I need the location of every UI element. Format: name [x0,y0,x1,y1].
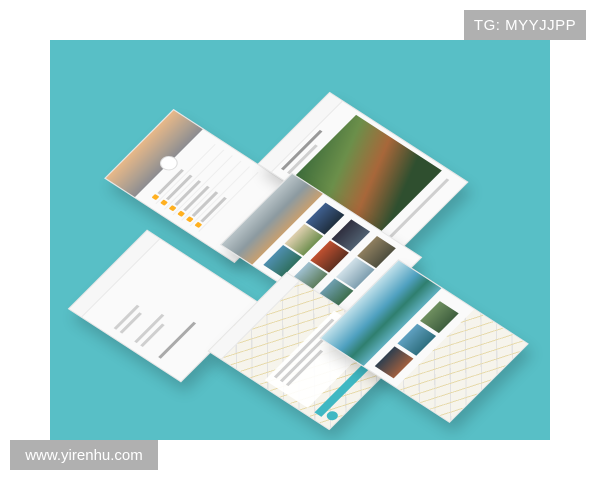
mockup-board [50,40,550,440]
scenic-thumbnail [374,346,414,379]
form-line [158,322,196,359]
watermark-telegram: TG: MYYJJPP [464,10,586,40]
watermark-website: www.yirenhu.com [10,440,158,470]
screen-header [69,230,161,318]
form-line [119,312,142,334]
